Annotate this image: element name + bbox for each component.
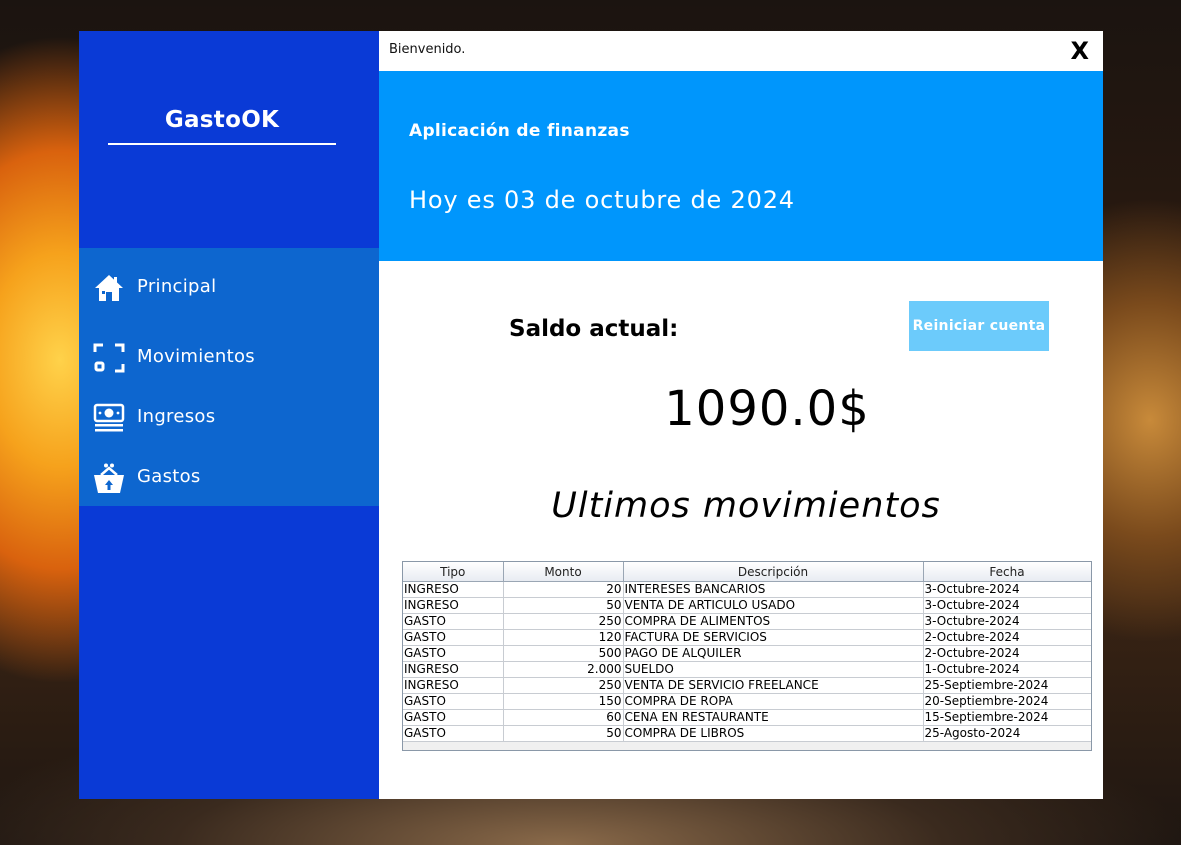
cell-tipo: INGRESO <box>403 677 504 694</box>
cell-fecha: 1-Octubre-2024 <box>923 661 1091 678</box>
cell-monto: 120 <box>503 629 624 646</box>
cell-descripcion: VENTA DE SERVICIO FREELANCE <box>623 677 924 694</box>
sidebar-item-label: Ingresos <box>137 406 216 427</box>
table-row[interactable]: GASTO 500 PAGO DE ALQUILER 2-Octubre-202… <box>403 645 1091 662</box>
cell-descripcion: COMPRA DE ALIMENTOS <box>623 613 924 630</box>
sidebar-item-gastos[interactable]: Gastos <box>79 454 379 502</box>
close-button[interactable]: X <box>1070 37 1089 65</box>
reset-account-button[interactable]: Reiniciar cuenta <box>909 301 1049 351</box>
home-icon <box>93 272 125 304</box>
cell-monto: 500 <box>503 645 624 662</box>
cell-tipo: GASTO <box>403 629 504 646</box>
app-window: GastoOK Principal Movimientos Ingresos G… <box>79 31 1103 799</box>
scan-frame-icon <box>93 342 125 374</box>
window-title: Bienvenido. <box>389 42 466 57</box>
column-header-tipo[interactable]: Tipo <box>403 562 504 582</box>
cell-fecha: 15-Septiembre-2024 <box>923 709 1091 726</box>
cell-descripcion: INTERESES BANCARIOS <box>623 581 924 598</box>
column-header-monto[interactable]: Monto <box>503 562 624 582</box>
cell-monto: 20 <box>503 581 624 598</box>
cell-fecha: 2-Octubre-2024 <box>923 629 1091 646</box>
cell-monto: 250 <box>503 613 624 630</box>
cell-fecha: 3-Octubre-2024 <box>923 581 1091 598</box>
sidebar-item-principal[interactable]: Principal <box>79 264 379 312</box>
cell-descripcion: COMPRA DE ROPA <box>623 693 924 710</box>
movements-table-container[interactable]: Tipo Monto Descripción Fecha INGRESO 20 … <box>402 561 1092 751</box>
header-subtitle: Aplicación de finanzas <box>409 121 630 141</box>
table-row[interactable]: INGRESO 2.000 SUELDO 1-Octubre-2024 <box>403 661 1091 678</box>
table-header-row: Tipo Monto Descripción Fecha <box>403 562 1091 582</box>
cell-tipo: INGRESO <box>403 581 504 598</box>
cell-fecha: 25-Agosto-2024 <box>923 725 1091 742</box>
cell-descripcion: VENTA DE ARTICULO USADO <box>623 597 924 614</box>
cell-tipo: INGRESO <box>403 661 504 678</box>
table-row[interactable]: GASTO 250 COMPRA DE ALIMENTOS 3-Octubre-… <box>403 613 1091 630</box>
sidebar-item-ingresos[interactable]: Ingresos <box>79 394 379 442</box>
cell-tipo: GASTO <box>403 693 504 710</box>
table-row[interactable]: GASTO 50 COMPRA DE LIBROS 25-Agosto-2024 <box>403 725 1091 742</box>
table-row[interactable]: GASTO 150 COMPRA DE ROPA 20-Septiembre-2… <box>403 693 1091 710</box>
cell-fecha: 2-Octubre-2024 <box>923 645 1091 662</box>
desktop-background: GastoOK Principal Movimientos Ingresos G… <box>0 0 1181 845</box>
cell-fecha: 3-Octubre-2024 <box>923 613 1091 630</box>
balance-label: Saldo actual: <box>509 316 679 342</box>
table-row[interactable]: GASTO 120 FACTURA DE SERVICIOS 2-Octubre… <box>403 629 1091 646</box>
cell-descripcion: COMPRA DE LIBROS <box>623 725 924 742</box>
sidebar: GastoOK Principal Movimientos Ingresos G… <box>79 31 379 799</box>
cell-tipo: GASTO <box>403 709 504 726</box>
cell-fecha: 25-Septiembre-2024 <box>923 677 1091 694</box>
cell-descripcion: PAGO DE ALQUILER <box>623 645 924 662</box>
cell-monto: 50 <box>503 597 624 614</box>
cell-monto: 50 <box>503 725 624 742</box>
title-bar: Bienvenido. X <box>379 31 1103 71</box>
cell-descripcion: FACTURA DE SERVICIOS <box>623 629 924 646</box>
cell-monto: 60 <box>503 709 624 726</box>
brand-title: GastoOK <box>164 107 280 133</box>
column-header-descripcion[interactable]: Descripción <box>623 562 924 582</box>
table-row[interactable]: GASTO 60 CENA EN RESTAURANTE 15-Septiemb… <box>403 709 1091 726</box>
brand-underline <box>108 143 336 145</box>
sidebar-nav: Principal Movimientos Ingresos Gastos <box>79 248 379 506</box>
current-date: Hoy es 03 de octubre de 2024 <box>409 186 795 214</box>
column-header-fecha[interactable]: Fecha <box>923 562 1091 582</box>
cell-tipo: GASTO <box>403 645 504 662</box>
cell-tipo: GASTO <box>403 725 504 742</box>
cell-tipo: INGRESO <box>403 597 504 614</box>
sidebar-item-movimientos[interactable]: Movimientos <box>79 334 379 382</box>
movements-table: Tipo Monto Descripción Fecha INGRESO 20 … <box>403 562 1091 742</box>
sidebar-item-label: Movimientos <box>137 346 255 367</box>
movements-title: Ultimos movimientos <box>551 486 941 526</box>
cell-descripcion: CENA EN RESTAURANTE <box>623 709 924 726</box>
cell-descripcion: SUELDO <box>623 661 924 678</box>
cell-fecha: 3-Octubre-2024 <box>923 597 1091 614</box>
header-banner: Aplicación de finanzas Hoy es 03 de octu… <box>379 71 1103 261</box>
money-stack-icon <box>93 402 125 434</box>
table-row[interactable]: INGRESO 50 VENTA DE ARTICULO USADO 3-Oct… <box>403 597 1091 614</box>
cell-monto: 150 <box>503 693 624 710</box>
balance-value: 1090.0$ <box>664 381 870 437</box>
cell-fecha: 20-Septiembre-2024 <box>923 693 1091 710</box>
table-row[interactable]: INGRESO 250 VENTA DE SERVICIO FREELANCE … <box>403 677 1091 694</box>
cell-tipo: GASTO <box>403 613 504 630</box>
cell-monto: 250 <box>503 677 624 694</box>
sidebar-item-label: Gastos <box>137 466 201 487</box>
cell-monto: 2.000 <box>503 661 624 678</box>
sidebar-item-label: Principal <box>137 276 217 297</box>
table-row[interactable]: INGRESO 20 INTERESES BANCARIOS 3-Octubre… <box>403 581 1091 598</box>
basket-icon <box>93 462 125 494</box>
